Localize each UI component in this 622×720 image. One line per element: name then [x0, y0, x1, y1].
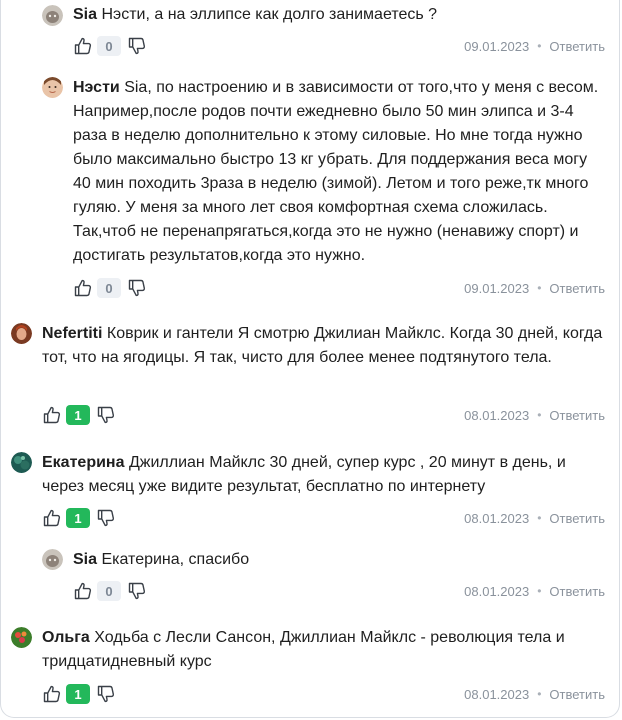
comment-meta: 09.01.2023 • Ответить	[464, 278, 605, 298]
avatar-flower-icon	[11, 627, 32, 648]
thumbs-down-icon	[96, 405, 116, 425]
comment-date: 08.01.2023	[464, 407, 530, 423]
vote-count: 1	[66, 684, 90, 704]
like-button[interactable]	[42, 405, 62, 425]
comment-date: 08.01.2023	[464, 583, 530, 599]
meta-separator: •	[537, 281, 542, 295]
comment-body: Ольга Ходьба с Лесли Сансон, Джиллиан Ма…	[42, 626, 605, 674]
avatar-cat-icon	[42, 5, 63, 26]
avatar[interactable]	[42, 5, 63, 26]
meta-separator: •	[537, 511, 542, 525]
avatar[interactable]	[42, 549, 63, 570]
vote-count: 0	[97, 278, 121, 298]
thumbs-down-icon	[127, 581, 147, 601]
dislike-button[interactable]	[127, 278, 147, 298]
avatar[interactable]	[11, 452, 32, 473]
avatar[interactable]	[11, 627, 32, 648]
comment-meta: 08.01.2023 • Ответить	[464, 684, 605, 704]
comment-meta: 08.01.2023 • Ответить	[464, 405, 605, 425]
reply-button[interactable]: Ответить	[549, 511, 605, 526]
like-button[interactable]	[42, 684, 62, 704]
like-button[interactable]	[42, 508, 62, 528]
comment-author[interactable]: Ольга	[42, 629, 90, 646]
comment-date: 09.01.2023	[464, 280, 530, 296]
vote-count: 1	[66, 508, 90, 528]
comment-author[interactable]: Нэсти	[73, 79, 120, 96]
comment-body: Нэсти Sia, по настроению и в зависимости…	[73, 76, 605, 268]
avatar[interactable]	[42, 77, 63, 98]
vote-count: 0	[97, 581, 121, 601]
avatar[interactable]	[11, 323, 32, 344]
like-button[interactable]	[73, 36, 93, 56]
avatar-face-icon	[42, 77, 63, 98]
meta-separator: •	[537, 687, 542, 701]
comment-author[interactable]: Sia	[73, 551, 97, 568]
comment-author[interactable]: Екатерина	[42, 454, 124, 471]
avatar-photo-icon	[11, 452, 32, 473]
thumbs-up-icon	[42, 508, 62, 528]
thumbs-down-icon	[96, 684, 116, 704]
comment-meta: 08.01.2023 • Ответить	[464, 508, 605, 528]
comment-text: Екатерина, спасибо	[101, 551, 250, 568]
meta-separator: •	[537, 39, 542, 53]
dislike-button[interactable]	[96, 684, 116, 704]
thumbs-up-icon	[73, 581, 93, 601]
avatar-photo-icon	[11, 323, 32, 344]
comment-text: Нэсти, а на эллипсе как долго занимаетес…	[101, 6, 438, 23]
dislike-button[interactable]	[96, 405, 116, 425]
thumbs-down-icon	[96, 508, 116, 528]
comment-body: Nefertiti Коврик и гантели Я смотрю Джил…	[42, 322, 605, 370]
comment-body: Sia Нэсти, а на эллипсе как долго занима…	[73, 3, 605, 27]
reply-button[interactable]: Ответить	[549, 39, 605, 54]
dislike-button[interactable]	[96, 508, 116, 528]
comment-body: Sia Екатерина, спасибо	[73, 548, 605, 572]
vote-count: 1	[66, 405, 90, 425]
comment-author[interactable]: Sia	[73, 6, 97, 23]
thumbs-up-icon	[73, 278, 93, 298]
comment-meta: 08.01.2023 • Ответить	[464, 581, 605, 601]
comment-author[interactable]: Nefertiti	[42, 325, 102, 342]
vote-count: 0	[97, 36, 121, 56]
comment-text: Ходьба с Лесли Сансон, Джиллиан Майклс -…	[42, 629, 565, 670]
thumbs-down-icon	[127, 278, 147, 298]
thumbs-up-icon	[42, 684, 62, 704]
dislike-button[interactable]	[127, 36, 147, 56]
thumbs-up-icon	[42, 405, 62, 425]
comment-date: 09.01.2023	[464, 38, 530, 54]
comment-meta: 09.01.2023 • Ответить	[464, 36, 605, 56]
comment-text: Sia, по настроению и в зависимости от то…	[73, 79, 599, 264]
reply-button[interactable]: Ответить	[549, 584, 605, 599]
meta-separator: •	[537, 584, 542, 598]
like-button[interactable]	[73, 278, 93, 298]
thumbs-up-icon	[73, 36, 93, 56]
comment-body: Екатерина Джиллиан Майклс 30 дней, супер…	[42, 451, 605, 499]
dislike-button[interactable]	[127, 581, 147, 601]
reply-button[interactable]: Ответить	[549, 281, 605, 296]
comment-date: 08.01.2023	[464, 686, 530, 702]
comment-text: Коврик и гантели Я смотрю Джилиан Майклс…	[42, 325, 603, 366]
comments-panel: Sia Нэсти, а на эллипсе как долго занима…	[0, 0, 620, 718]
thumbs-down-icon	[127, 36, 147, 56]
avatar-cat-icon	[42, 549, 63, 570]
reply-button[interactable]: Ответить	[549, 408, 605, 423]
like-button[interactable]	[73, 581, 93, 601]
reply-button[interactable]: Ответить	[549, 687, 605, 702]
comment-date: 08.01.2023	[464, 510, 530, 526]
meta-separator: •	[537, 408, 542, 422]
